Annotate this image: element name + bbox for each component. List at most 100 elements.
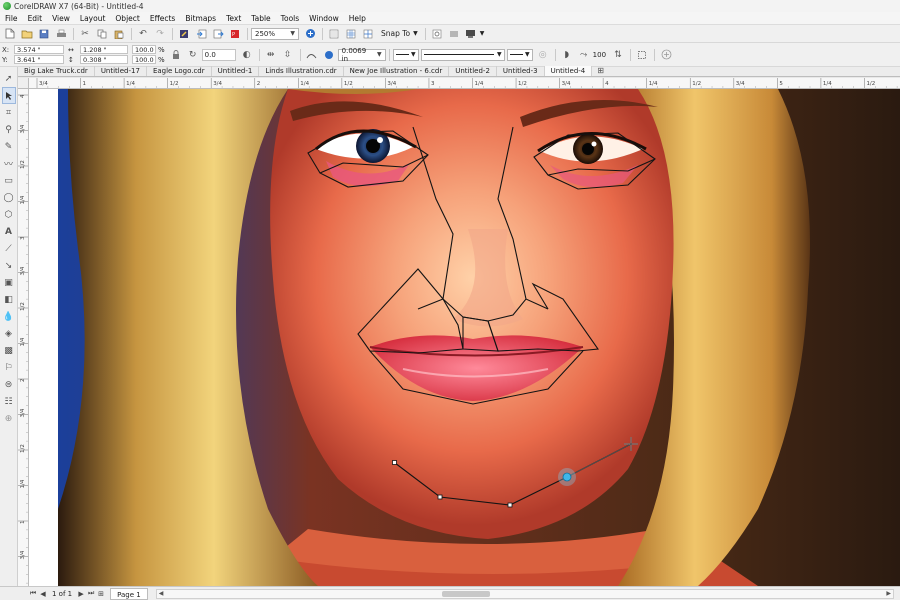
scale-y-input[interactable]: 100.0 <box>132 55 156 64</box>
eyedropper-icon[interactable]: 💧 <box>2 308 16 325</box>
parallel-dimension-icon[interactable]: ⟋ <box>2 240 16 257</box>
bounding-box-icon[interactable] <box>634 48 650 62</box>
add-icon[interactable] <box>658 48 674 62</box>
connector-tool-icon[interactable]: ↘ <box>2 257 16 274</box>
last-page-icon[interactable]: ⏭ <box>86 589 96 599</box>
new-icon[interactable] <box>2 27 18 41</box>
scroll-left-icon[interactable]: ◀ <box>159 590 164 597</box>
portrait-bitmap[interactable] <box>58 89 900 586</box>
y-position-input[interactable]: 3.641 " <box>14 55 64 64</box>
menu-effects[interactable]: Effects <box>145 14 181 23</box>
horizontal-scrollbar[interactable]: ◀ ▶ <box>155 588 894 599</box>
line-style-select[interactable]: ▼ <box>420 48 505 61</box>
copy-icon[interactable] <box>94 27 110 41</box>
snap-to-button[interactable]: Snap To ▼ <box>377 29 422 38</box>
redo-icon[interactable]: ↷ <box>152 27 168 41</box>
tab-untitled-2[interactable]: Untitled-2 <box>449 66 497 76</box>
open-icon[interactable] <box>19 27 35 41</box>
lock-ratio-icon[interactable] <box>168 48 184 62</box>
outline-pen-icon[interactable]: ⚐ <box>2 359 16 376</box>
rotation-input[interactable]: 0.0 <box>201 48 236 61</box>
smoothing-icon[interactable]: ⇅ <box>610 48 626 62</box>
print-icon[interactable] <box>53 27 69 41</box>
crop-tool-icon[interactable]: ⌗ <box>2 104 16 121</box>
tab-big-lake-truck[interactable]: Big Lake Truck.cdr <box>18 66 95 76</box>
guidelines-icon[interactable] <box>360 27 376 41</box>
add-page-icon[interactable]: ⊞ <box>96 589 106 599</box>
launcher-icon[interactable] <box>463 27 479 41</box>
zoom-level-select[interactable]: 250% ▼ <box>251 27 299 40</box>
menu-view[interactable]: View <box>47 14 75 23</box>
page-tab[interactable]: Page 1 <box>110 587 148 600</box>
vertical-ruler[interactable]: 4 3/4 1/2 1/4 3 3/4 1/2 1/4 2 3/4 1/2 1/4 1 3/4 <box>18 89 29 586</box>
first-page-icon[interactable]: ⏮ <box>28 589 38 599</box>
freehand-tool-icon[interactable]: ✎ <box>2 138 16 155</box>
transparency-icon[interactable]: ◧ <box>2 291 16 308</box>
tab-untitled-3[interactable]: Untitled-3 <box>497 66 545 76</box>
ellipse-tool-icon[interactable]: ◯ <box>2 189 16 206</box>
contour-icon[interactable]: ⊜ <box>2 376 16 393</box>
rotate-spin-icon[interactable]: ◐ <box>239 48 255 62</box>
chevron-down-icon[interactable]: ▼ <box>480 30 485 37</box>
tab-new-joe-illustration[interactable]: New Joe Illustration - 6.cdr <box>344 66 450 76</box>
search-content-icon[interactable] <box>176 27 192 41</box>
rectangle-tool-icon[interactable]: ▭ <box>2 172 16 189</box>
drop-shadow-icon[interactable]: ▣ <box>2 274 16 291</box>
width-input[interactable]: 1.208 " <box>80 45 128 54</box>
reverse-direction-icon[interactable]: ◗ <box>559 48 575 62</box>
text-tool-icon[interactable]: A <box>2 223 16 240</box>
open-curve-icon[interactable] <box>304 48 320 62</box>
menu-file[interactable]: File <box>0 14 23 23</box>
tab-linds-illustration[interactable]: Linds Illustration.cdr <box>259 66 344 76</box>
import-icon[interactable] <box>193 27 209 41</box>
scroll-right-icon[interactable]: ▶ <box>886 590 891 597</box>
save-icon[interactable] <box>36 27 52 41</box>
grid-icon[interactable] <box>343 27 359 41</box>
shape-tool-icon[interactable] <box>1 87 16 104</box>
scrollbar-thumb[interactable] <box>441 590 490 597</box>
export-icon[interactable] <box>210 27 226 41</box>
zoom-tool-icon[interactable]: ⚲ <box>2 121 16 138</box>
height-input[interactable]: 0.308 " <box>80 55 128 64</box>
polygon-tool-icon[interactable]: ⬡ <box>2 206 16 223</box>
options-icon[interactable] <box>429 27 445 41</box>
mirror-vertical-icon[interactable]: ⇳ <box>280 48 296 62</box>
app-launcher-icon[interactable] <box>446 27 462 41</box>
menu-help[interactable]: Help <box>344 14 371 23</box>
ruler-origin[interactable] <box>18 78 29 89</box>
next-page-icon[interactable]: ▶ <box>76 589 86 599</box>
tab-untitled-4[interactable]: Untitled-4 <box>544 66 593 76</box>
nudge-value[interactable]: 100 <box>593 51 606 59</box>
horizontal-ruler[interactable]: 3/4 1 1/4 1/2 3/4 2 1/4 1/2 3/4 3 1/4 1/2 3/4 4 1/4 1/2… <box>29 78 900 89</box>
menu-layout[interactable]: Layout <box>75 14 111 23</box>
menu-table[interactable]: Table <box>246 14 275 23</box>
menu-text[interactable]: Text <box>221 14 246 23</box>
new-tab-icon[interactable]: ⊞ <box>592 66 609 76</box>
undo-icon[interactable]: ↶ <box>135 27 151 41</box>
menu-object[interactable]: Object <box>110 14 144 23</box>
previous-page-icon[interactable]: ◀ <box>38 589 48 599</box>
close-curve-icon[interactable]: ◎ <box>535 48 551 62</box>
menu-edit[interactable]: Edit <box>23 14 48 23</box>
pick-tool-icon[interactable]: ➚ <box>2 70 16 87</box>
menu-tools[interactable]: Tools <box>276 14 304 23</box>
end-arrowhead-select[interactable]: ▼ <box>506 48 533 61</box>
scale-x-input[interactable]: 100.0 <box>132 45 156 54</box>
publish-pdf-icon[interactable]: P <box>227 27 243 41</box>
x-position-input[interactable]: 3.574 " <box>14 45 64 54</box>
smart-fill-icon[interactable]: ▩ <box>2 342 16 359</box>
menu-bitmaps[interactable]: Bitmaps <box>180 14 221 23</box>
paste-icon[interactable] <box>111 27 127 41</box>
artistic-media-icon[interactable]: 〰 <box>2 155 16 172</box>
interactive-fill-icon[interactable]: ◈ <box>2 325 16 342</box>
cut-icon[interactable]: ✂ <box>77 27 93 41</box>
rulers-icon[interactable] <box>326 27 342 41</box>
tab-eagle-logo[interactable]: Eagle Logo.cdr <box>147 66 212 76</box>
tab-untitled-17[interactable]: Untitled-17 <box>95 66 147 76</box>
start-arrowhead-select[interactable]: ▼ <box>392 48 419 61</box>
menu-window[interactable]: Window <box>304 14 344 23</box>
table-tool-icon[interactable]: ☷ <box>2 393 16 410</box>
full-screen-icon[interactable] <box>302 27 318 41</box>
mirror-horizontal-icon[interactable]: ⇹ <box>263 48 279 62</box>
outline-width-select[interactable]: 0.0069 in ▼ <box>337 47 386 63</box>
